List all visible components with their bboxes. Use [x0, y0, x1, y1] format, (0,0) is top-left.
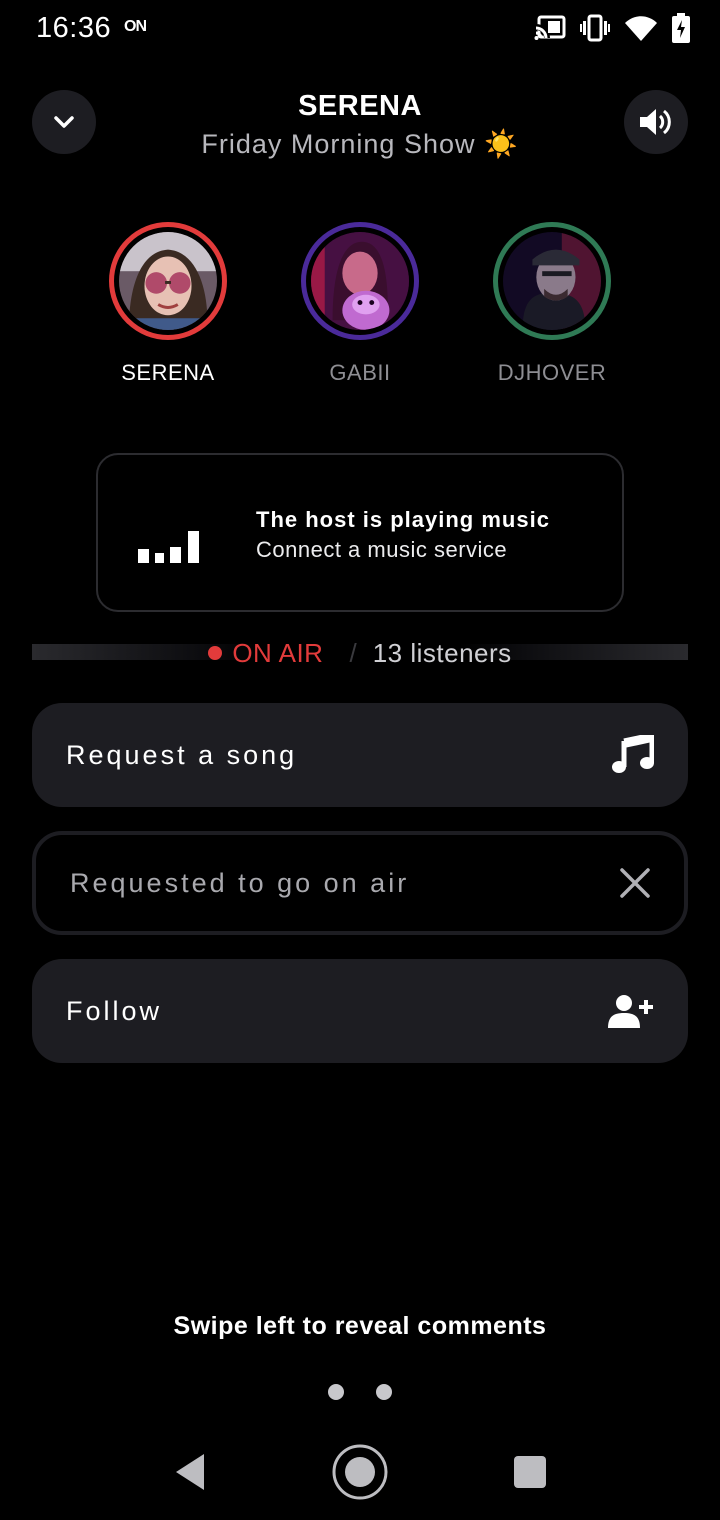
live-dot: [208, 646, 223, 660]
volume-icon: [640, 109, 671, 135]
close-icon[interactable]: [620, 868, 650, 898]
avatar: [109, 222, 227, 340]
show-host-name: SERENA: [298, 90, 422, 122]
add-user-icon: [608, 995, 653, 1028]
volume-button[interactable]: [624, 90, 688, 154]
music-note-icon: [612, 735, 654, 773]
listener-count: 13 listeners: [372, 637, 512, 668]
signal-bars-icon: [138, 531, 199, 563]
music-status-card[interactable]: The host is playing music Connect a musi…: [96, 453, 624, 612]
battery-charging-icon: [672, 13, 690, 43]
on-air-label: ON AIR: [232, 637, 324, 668]
follow-button[interactable]: Follow: [32, 959, 688, 1063]
show-title: Friday Morning Show ☀️: [201, 129, 519, 159]
status-time: 16:36: [36, 12, 112, 44]
page-dot: [376, 1384, 392, 1400]
recents-icon[interactable]: [514, 1456, 546, 1488]
music-card-subtitle: Connect a music service: [256, 537, 508, 562]
host-name: SERENA: [121, 360, 215, 385]
home-icon[interactable]: [332, 1444, 388, 1500]
avatar: [493, 222, 611, 340]
wifi-icon: [625, 16, 657, 41]
avatar-image: [503, 232, 601, 330]
music-card-title: The host is playing music: [256, 507, 550, 532]
status-icons: [534, 8, 690, 48]
separator: /: [349, 637, 357, 668]
avatar-image: [119, 232, 217, 330]
request-song-label: Request a song: [66, 739, 298, 770]
go-on-air-label: Requested to go on air: [70, 867, 410, 898]
host-serena[interactable]: SERENA: [72, 222, 264, 388]
cast-icon: [534, 15, 566, 40]
host-gabii[interactable]: GABII: [264, 222, 456, 388]
host-djhover[interactable]: DJHOVER: [456, 222, 648, 388]
page-dot: [328, 1384, 344, 1400]
request-song-button[interactable]: Request a song: [32, 703, 688, 807]
page-indicator: [0, 1384, 720, 1400]
avatar: [301, 222, 419, 340]
go-on-air-request-button[interactable]: Requested to go on air: [32, 831, 688, 935]
host-name: GABII: [329, 360, 391, 385]
host-name: DJHOVER: [497, 360, 607, 385]
avatar-image: [311, 232, 409, 330]
back-icon[interactable]: [172, 1452, 208, 1492]
swipe-hint: Swipe left to reveal comments: [173, 1312, 547, 1340]
live-status-row: ON AIR / 13 listeners: [0, 634, 720, 672]
follow-label: Follow: [66, 995, 163, 1026]
status-on-badge: ON: [124, 18, 147, 35]
vibrate-icon: [580, 14, 610, 42]
